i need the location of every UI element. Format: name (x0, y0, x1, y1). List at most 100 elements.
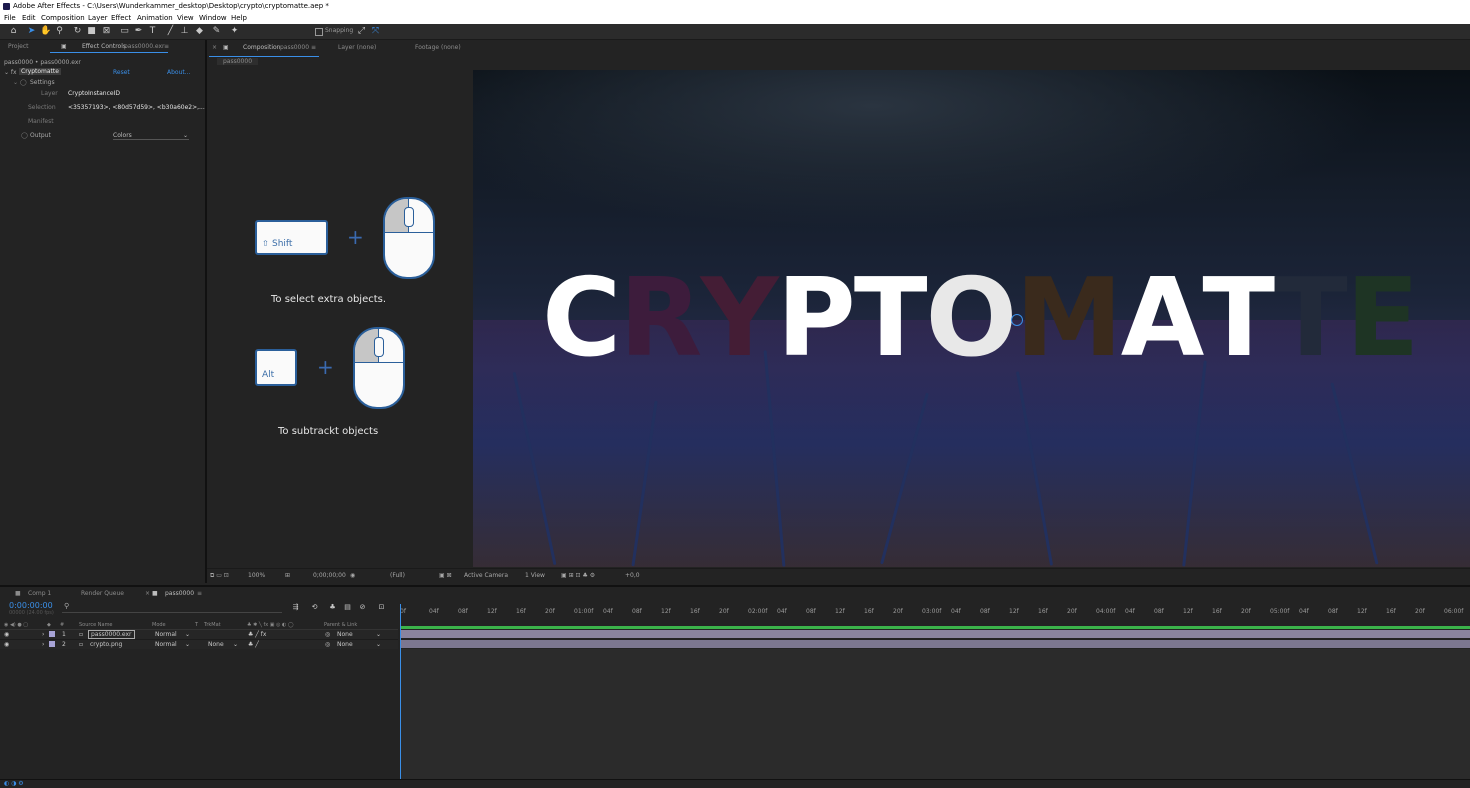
selection-tool-icon[interactable]: ➤ (26, 26, 37, 37)
close-icon[interactable]: × (212, 44, 217, 51)
logo-letter[interactable]: T (1202, 265, 1276, 373)
logo-letter[interactable]: T (1274, 265, 1348, 373)
region-icon[interactable]: ▣ ⊠ (439, 572, 452, 579)
logo-letter[interactable]: T (854, 265, 928, 373)
resolution-value[interactable]: (Full) (390, 572, 405, 579)
layer-search-input[interactable]: ⚲ (62, 602, 282, 613)
visibility-icon[interactable]: ◉ (4, 631, 9, 638)
mode-header[interactable]: Mode (152, 622, 166, 628)
layer-switches[interactable]: ♣ ╱ (248, 641, 259, 648)
layer-trkmat[interactable]: None (208, 641, 224, 648)
layer-switches[interactable]: ♣ ╱ fx (248, 631, 266, 638)
timeline-menu-icon[interactable]: ≡ (197, 590, 202, 597)
t-header[interactable]: T (195, 622, 198, 628)
views-value[interactable]: 1 View (525, 572, 545, 579)
menu-edit[interactable]: Edit (22, 13, 36, 24)
layer-value[interactable]: CryptoInstanceID (68, 90, 120, 97)
selection-value[interactable]: <35357193>, <80d57d59>, <b30a60e2>,... (68, 104, 205, 111)
rotate-tool-icon[interactable]: ↻ (72, 26, 83, 37)
grid-icon[interactable]: ⊞ (285, 572, 290, 579)
frame-blending-icon[interactable]: ▤ (342, 602, 353, 613)
clone-stamp-icon[interactable]: ⊥ (179, 26, 190, 37)
tab-composition[interactable]: Composition (243, 44, 280, 51)
shy-layers-icon[interactable]: ♣ (327, 602, 338, 613)
motion-blur-icon[interactable]: ⊘ (357, 602, 368, 613)
logo-letter[interactable]: O (925, 265, 1017, 373)
tab-render-queue[interactable]: Render Queue (81, 590, 124, 597)
trkmat-header[interactable]: TrkMat (204, 622, 221, 628)
tab-project[interactable]: Project (8, 43, 29, 50)
timeline-track-area[interactable] (400, 649, 1470, 779)
menu-file[interactable]: File (4, 13, 16, 24)
eraser-icon[interactable]: ◆ (194, 26, 205, 37)
snapping-checkbox[interactable] (315, 28, 323, 36)
logo-letter[interactable]: A (1121, 265, 1205, 373)
viewer-menu-icon[interactable]: ≡ (311, 44, 316, 51)
snapshot-icon[interactable]: ◉ (350, 572, 355, 579)
menu-help[interactable]: Help (231, 13, 247, 24)
home-icon[interactable]: ⌂ (8, 26, 19, 37)
settings-toggle-icon[interactable]: ⌄ ◯ (13, 79, 27, 86)
expand-icon[interactable]: › (42, 641, 44, 648)
layer-name[interactable]: pass0000.exr (88, 630, 135, 639)
menu-animation[interactable]: Animation (137, 13, 173, 24)
logo-letter[interactable]: Y (700, 265, 778, 373)
logo-letter[interactable]: C (542, 265, 621, 373)
timeline-timecode[interactable]: 0:00:00:00 (9, 601, 53, 610)
tab-layer[interactable]: Layer (none) (338, 44, 376, 51)
zoom-tool-icon[interactable]: ⚲ (54, 26, 65, 37)
type-tool-icon[interactable]: T (147, 26, 158, 37)
tab-effect-controls[interactable]: Effect Controls (82, 43, 126, 50)
label-swatch[interactable] (49, 631, 55, 637)
source-name-header[interactable]: Source Name (79, 622, 113, 628)
camera-value[interactable]: Active Camera (464, 572, 508, 579)
zoom-value[interactable]: 100% (248, 572, 265, 579)
time-ruler[interactable]: 0f 04f 08f 12f 16f 20f 01:00f 04f 08f 12f 16f 20f 02… (398, 604, 1470, 618)
layer-mode[interactable]: Normal (155, 631, 177, 638)
logo-letter[interactable]: M (1015, 265, 1122, 373)
layer-bar-1[interactable] (400, 630, 1470, 638)
lock-icon[interactable]: ▣ (61, 43, 67, 50)
tab-effect-controls-target[interactable]: pass0000.exr (124, 43, 165, 50)
output-stopwatch-icon[interactable]: ◯ (21, 132, 28, 139)
exposure-value[interactable]: +0,0 (625, 572, 640, 579)
reset-link[interactable]: Reset (113, 69, 130, 76)
work-area-bar[interactable] (400, 626, 1470, 629)
pen-tool-icon[interactable]: ✒ (133, 26, 144, 37)
visibility-icon[interactable]: ◉ (4, 641, 9, 648)
always-preview-icon[interactable]: ⧉ ▭ ⊡ (210, 572, 229, 580)
viewer-timecode[interactable]: 0;00;00;00 (313, 572, 346, 579)
logo-letter[interactable]: P (777, 265, 856, 373)
logo-letter[interactable]: E (1346, 265, 1420, 373)
menu-effect[interactable]: Effect (111, 13, 131, 24)
pickwhip-icon[interactable]: ◎ (325, 641, 330, 648)
comp-chip[interactable]: pass0000 (217, 58, 259, 65)
close-tab-icon[interactable]: × (145, 590, 150, 597)
snap-options-icon[interactable]: ⤢ (356, 26, 367, 37)
about-link[interactable]: About... (167, 69, 190, 76)
menu-composition[interactable]: Composition (41, 13, 85, 24)
draft-3d-icon[interactable]: ⟲ (309, 602, 320, 613)
hand-tool-icon[interactable]: ✋ (40, 26, 51, 37)
brush-tool-icon[interactable]: ╱ (165, 26, 176, 37)
effect-name[interactable]: Cryptomatte (19, 68, 61, 75)
expand-icon[interactable]: › (42, 631, 44, 638)
parent-link-header[interactable]: Parent & Link (324, 622, 357, 628)
tab-comp-1[interactable]: Comp 1 (28, 590, 51, 597)
snap-expand-icon[interactable]: ⤧ (370, 26, 381, 37)
menu-layer[interactable]: Layer (88, 13, 108, 24)
logo-letter[interactable]: R (619, 265, 702, 373)
layer-name[interactable]: crypto.png (90, 641, 122, 648)
layer-bar-2[interactable] (400, 640, 1470, 648)
pan-behind-icon[interactable]: ⊠ (101, 26, 112, 37)
roto-brush-icon[interactable]: ✎ (211, 26, 222, 37)
cryptomatte-logo[interactable]: CRYPTOMATTE (542, 265, 1420, 373)
layer-parent[interactable]: None (337, 631, 353, 638)
tab-footage[interactable]: Footage (none) (415, 44, 461, 51)
menu-window[interactable]: Window (199, 13, 227, 24)
camera-tool-icon[interactable]: ■ (86, 26, 97, 37)
tab-pass0000[interactable]: pass0000 (165, 590, 194, 597)
layer-mode[interactable]: Normal (155, 641, 177, 648)
label-swatch[interactable] (49, 641, 55, 647)
puppet-tool-icon[interactable]: ✦ (229, 26, 240, 37)
